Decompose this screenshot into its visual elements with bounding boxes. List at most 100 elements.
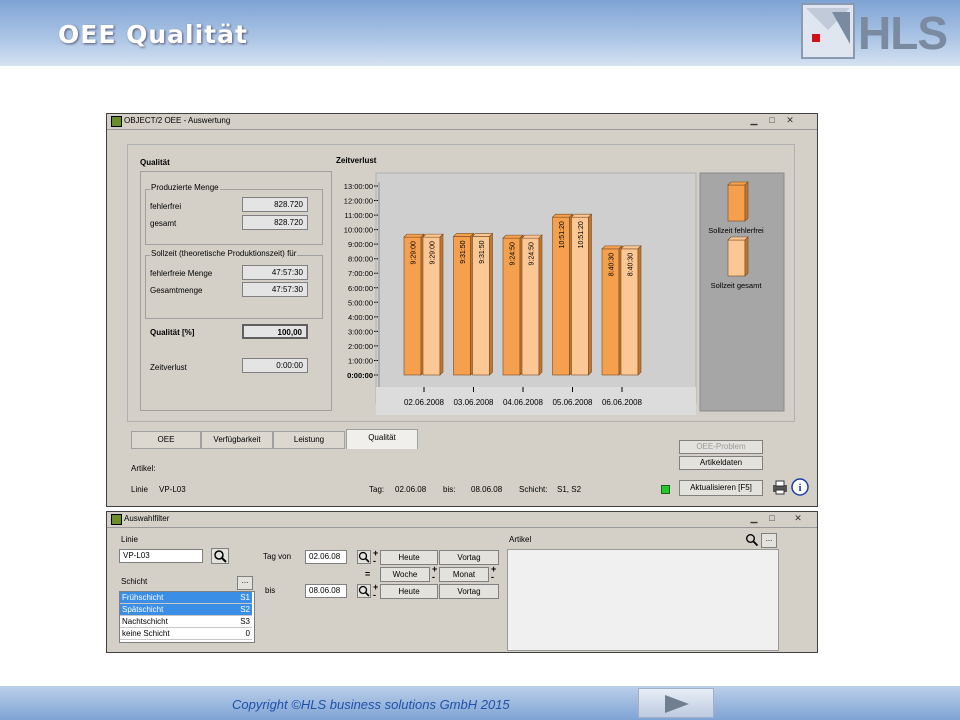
gesamtmenge-value: 47:57:30 [242,282,308,297]
bar-value-label: 9:24:50 [510,242,517,265]
artikel-filter-label: Artikel [509,535,532,544]
schicht-name: keine Schicht [122,629,170,638]
bar-top [551,213,574,218]
x-tick-label: 04.06.2008 [503,398,544,407]
schicht-list-item[interactable]: Frühschicht S1 [120,592,252,604]
filter-close-icon[interactable]: ✕ [791,513,805,524]
woche-minus-button[interactable]: - [432,572,435,582]
bar-value-label: 10:51:20 [578,221,585,248]
close-icon[interactable]: ✕ [783,115,797,126]
bar-value-label: 10:51:20 [559,221,566,248]
aktualisieren-button[interactable]: Aktualisieren [F5] [679,480,763,496]
tab-verfuegbarkeit[interactable]: Verfügbarkeit [201,431,273,449]
legend-swatch-top [727,181,749,186]
bis-input[interactable]: 08.06.08 [305,584,347,598]
schicht-code: S3 [240,617,250,626]
bis-search-button[interactable] [357,584,371,598]
legend-swatch [727,184,746,222]
y-tick-label: 5:00:00 [348,298,373,307]
bar-value-label: 8:40:30 [628,253,635,276]
bar-side [637,245,642,376]
artikel-more-button[interactable]: ... [761,533,777,548]
schicht-list-item[interactable]: keine Schicht 0 [120,628,252,640]
bis-vortag-button[interactable]: Vortag [439,584,499,599]
schicht-code: 0 [245,629,250,638]
linie-input[interactable]: VP-L03 [119,549,203,563]
oee-problem-button[interactable]: OEE-Problem [679,440,763,454]
fehlerfrei-label: fehlerfrei [150,202,182,211]
schicht-label: Schicht [121,577,148,586]
bar-side [439,233,444,376]
auswertung-panel: Qualität Produzierte Menge fehlerfrei 82… [127,144,795,422]
minimize-icon[interactable]: ▁ [747,115,761,126]
zeitverlust-label: Zeitverlust [150,363,187,372]
search-icon [358,585,370,597]
maximize-icon[interactable]: □ [765,115,779,126]
legend-label: Sollzeit gesamt [711,281,763,290]
schicht-list[interactable]: Frühschicht S1 Spätschicht S2 Nachtschicht S3… [119,591,255,643]
svg-text:i: i [798,482,801,494]
von-search-button[interactable] [357,550,371,564]
linie-status-label: Linie [131,485,148,494]
von-vortag-button[interactable]: Vortag [439,550,499,565]
gesamt-value: 828.720 [242,215,308,230]
x-tick-label: 03.06.2008 [453,398,494,407]
schicht-status-value: S1, S2 [557,485,582,494]
tag-von-input[interactable]: 02.06.08 [305,550,347,564]
linie-status-value: VP-L03 [159,485,186,494]
y-tick-label: 1:00:00 [348,356,373,365]
app-icon [111,116,122,127]
bar-value-label: 9:29:00 [411,241,418,264]
monat-minus-button[interactable]: - [491,572,494,582]
schicht-name: Frühschicht [122,593,164,602]
schicht-list-item[interactable]: Nachtschicht S3 [120,616,252,628]
bar-top [521,234,543,239]
chart-title: Zeitverlust [336,156,377,165]
info-icon[interactable]: i [791,478,809,496]
fehlerfreie-menge-label: fehlerfreie Menge [150,269,213,278]
schicht-name: Nachtschicht [122,617,168,626]
schicht-status-label: Schicht: [519,485,548,494]
tag-von-label: Tag von [263,552,292,561]
bar-value-label: 9:29:00 [430,241,437,264]
schicht-list-item[interactable]: Spätschicht S2 [120,604,252,616]
slide-title: OEE Qualität [58,20,248,49]
qualitaet-percent-label: Qualität [%] [150,328,195,337]
filter-minimize-icon[interactable]: ▁ [747,513,761,524]
bar-value-label: 9:31:50 [479,240,486,263]
equals-button[interactable]: = [365,569,370,579]
bar-value-label: 9:31:50 [460,240,467,263]
schicht-more-button[interactable]: ... [237,576,253,590]
sollzeit-legend: Sollzeit (theoretische Produktionszeit) … [150,249,298,258]
von-minus-button[interactable]: - [373,556,376,566]
artikel-search-button[interactable] [745,533,759,547]
qualitaet-heading: Qualität [140,158,170,167]
woche-button[interactable]: Woche [380,567,430,582]
bis-heute-button[interactable]: Heute [380,584,438,599]
printer-icon[interactable] [771,479,789,495]
artikeldaten-button[interactable]: Artikeldaten [679,456,763,470]
status-indicator [661,485,670,494]
filter-maximize-icon[interactable]: □ [765,513,779,524]
search-icon [214,550,227,563]
y-tick-label: 2:00:00 [348,342,373,351]
tab-qualitaet[interactable]: Qualität [346,429,418,449]
artikel-label: Artikel: [131,464,156,473]
filter-app-icon [111,514,122,525]
y-tick-label: 10:00:00 [344,226,373,235]
bis-minus-button[interactable]: - [373,590,376,600]
artikel-list[interactable] [507,549,779,651]
copyright-text: Copyright ©HLS business solutions GmbH 2… [232,697,510,712]
y-tick-label: 12:00:00 [344,197,373,206]
next-slide-button[interactable] [638,688,714,718]
search-icon [746,534,759,547]
tab-oee[interactable]: OEE [131,431,201,449]
schicht-name: Spätschicht [122,605,164,614]
gesamtmenge-label: Gesamtmenge [150,286,203,295]
von-heute-button[interactable]: Heute [380,550,438,565]
y-tick-label: 0:00:00 [347,371,373,380]
tab-leistung[interactable]: Leistung [273,431,345,449]
linie-search-button[interactable] [211,548,229,564]
monat-button[interactable]: Monat [439,567,489,582]
main-window: OBJECT/2 OEE - Auswertung ▁ □ ✕ Qualität… [106,113,818,507]
